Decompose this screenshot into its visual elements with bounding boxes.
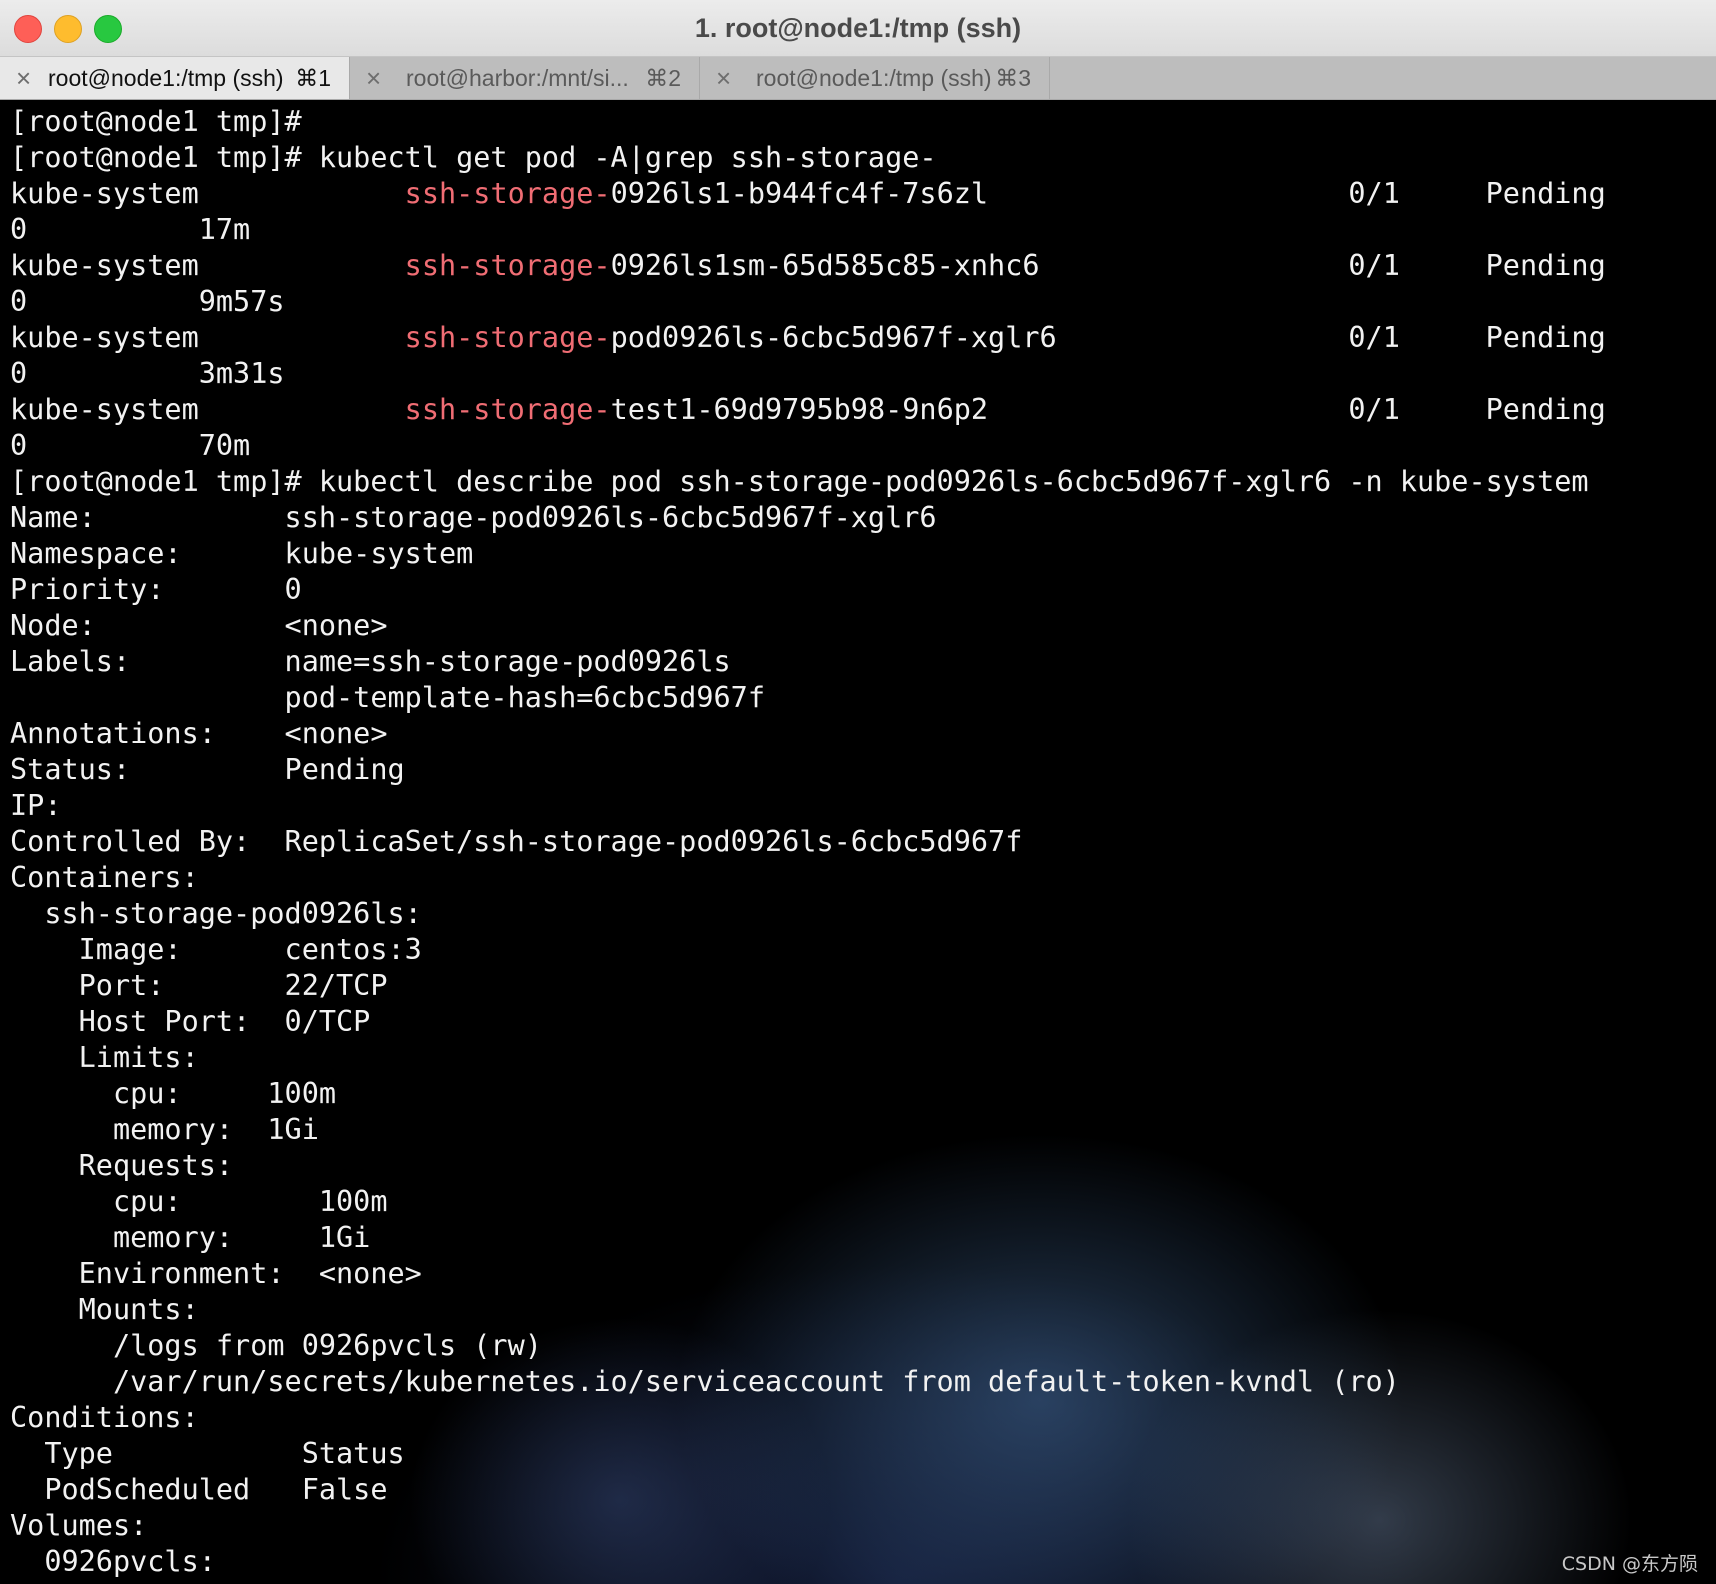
terminal-line: [root@node1 tmp]#	[10, 105, 302, 138]
terminal-window: 1. root@node1:/tmp (ssh) × root@node1:/t…	[0, 0, 1716, 1584]
terminal-output[interactable]: [root@node1 tmp]# [root@node1 tmp]# kubec…	[0, 100, 1716, 1584]
close-icon[interactable]: ×	[716, 57, 731, 99]
terminal-line: Port: 22/TCP	[10, 969, 388, 1002]
tab-session-1[interactable]: × root@node1:/tmp (ssh) ⌘1	[0, 57, 350, 99]
terminal-line: Namespace: kube-system	[10, 537, 474, 570]
terminal-line: kube-system ssh-storage-0926ls1-b944fc4f…	[10, 176, 1606, 212]
line-prefix: kube-system	[10, 393, 405, 426]
terminal-line: Environment: <none>	[10, 1257, 422, 1290]
terminal-line: [root@node1 tmp]# kubectl get pod -A|gre…	[10, 141, 937, 174]
title-bar[interactable]: 1. root@node1:/tmp (ssh)	[0, 0, 1716, 57]
terminal-line: pod-template-hash=6cbc5d967f	[10, 681, 765, 714]
terminal-line: Annotations: <none>	[10, 717, 388, 750]
terminal-line: 0 3m31s	[10, 357, 285, 390]
grep-match: ssh-storage-	[404, 321, 611, 354]
terminal-line: Node: <none>	[10, 609, 388, 642]
tab-label: root@harbor:/mnt/si...	[406, 65, 629, 91]
tab-label: root@node1:/tmp (ssh)	[756, 65, 992, 91]
grep-match: ssh-storage-	[404, 177, 611, 210]
terminal-line: 0 9m57s	[10, 285, 285, 318]
window-title: 1. root@node1:/tmp (ssh)	[694, 13, 1022, 43]
terminal-line: Labels: name=ssh-storage-pod0926ls	[10, 645, 731, 678]
terminal-line: kube-system ssh-storage-pod0926ls-6cbc5d…	[10, 320, 1606, 356]
close-icon[interactable]: ×	[366, 57, 381, 99]
terminal-line: Containers:	[10, 861, 199, 894]
grep-match: ssh-storage-	[404, 249, 611, 282]
line-suffix: test1-69d9795b98-9n6p2 0/1 Pending	[610, 393, 1606, 426]
terminal-line: 0 17m	[10, 213, 251, 246]
terminal-line: Controlled By: ReplicaSet/ssh-storage-po…	[10, 825, 1023, 858]
terminal-line: cpu: 100m	[10, 1185, 388, 1218]
terminal-line: Priority: 0	[10, 573, 302, 606]
terminal-lines: [root@node1 tmp]# [root@node1 tmp]# kubec…	[10, 104, 1606, 1580]
line-suffix: 0926ls1sm-65d585c85-xnhc6 0/1 Pending	[610, 249, 1606, 282]
line-prefix: kube-system	[10, 249, 405, 282]
terminal-line: Host Port: 0/TCP	[10, 1005, 371, 1038]
terminal-line: IP:	[10, 789, 62, 822]
watermark: CSDN @东方陨	[1561, 1553, 1698, 1575]
terminal-line: Mounts:	[10, 1293, 199, 1326]
terminal-line: kube-system ssh-storage-test1-69d9795b98…	[10, 392, 1606, 428]
terminal-line: ssh-storage-pod0926ls:	[10, 897, 422, 930]
line-prefix: kube-system	[10, 177, 405, 210]
terminal-line: Type Status	[10, 1437, 405, 1470]
terminal-line: /var/run/secrets/kubernetes.io/serviceac…	[10, 1365, 1400, 1398]
line-suffix: 0926ls1-b944fc4f-7s6zl 0/1 Pending	[610, 177, 1606, 210]
terminal-line: memory: 1Gi	[10, 1113, 319, 1146]
grep-match: ssh-storage-	[404, 393, 611, 426]
terminal-line: Name: ssh-storage-pod0926ls-6cbc5d967f-x…	[10, 501, 937, 534]
terminal-line: cpu: 100m	[10, 1077, 337, 1110]
tab-shortcut: ⌘3	[995, 65, 1031, 91]
line-suffix: pod0926ls-6cbc5d967f-xglr6 0/1 Pending	[610, 321, 1606, 354]
terminal-line: Status: Pending	[10, 753, 405, 786]
terminal-line: Image: centos:3	[10, 933, 422, 966]
line-prefix: kube-system	[10, 321, 405, 354]
terminal-line: /logs from 0926pvcls (rw)	[10, 1329, 542, 1362]
close-icon[interactable]: ×	[16, 57, 31, 99]
tab-session-3[interactable]: × root@node1:/tmp (ssh) ⌘3	[700, 57, 1050, 99]
terminal-line: PodScheduled False	[10, 1473, 388, 1506]
tab-bar: × root@node1:/tmp (ssh) ⌘1 × root@harbor…	[0, 57, 1716, 100]
tab-session-2[interactable]: × root@harbor:/mnt/si... ⌘2	[350, 57, 700, 99]
terminal-line: Volumes:	[10, 1509, 148, 1542]
terminal-line: Requests:	[10, 1149, 234, 1182]
terminal-line: memory: 1Gi	[10, 1221, 371, 1254]
tab-shortcut: ⌘1	[295, 65, 331, 91]
terminal-line: Limits:	[10, 1041, 199, 1074]
terminal-line: Conditions:	[10, 1401, 199, 1434]
tab-shortcut: ⌘2	[645, 65, 681, 91]
terminal-line: [root@node1 tmp]# kubectl describe pod s…	[10, 465, 1589, 498]
terminal-line: 0926pvcls:	[10, 1545, 216, 1578]
tab-label: root@node1:/tmp (ssh)	[48, 65, 284, 91]
terminal-line: 0 70m	[10, 429, 251, 462]
terminal-line: kube-system ssh-storage-0926ls1sm-65d585…	[10, 248, 1606, 284]
